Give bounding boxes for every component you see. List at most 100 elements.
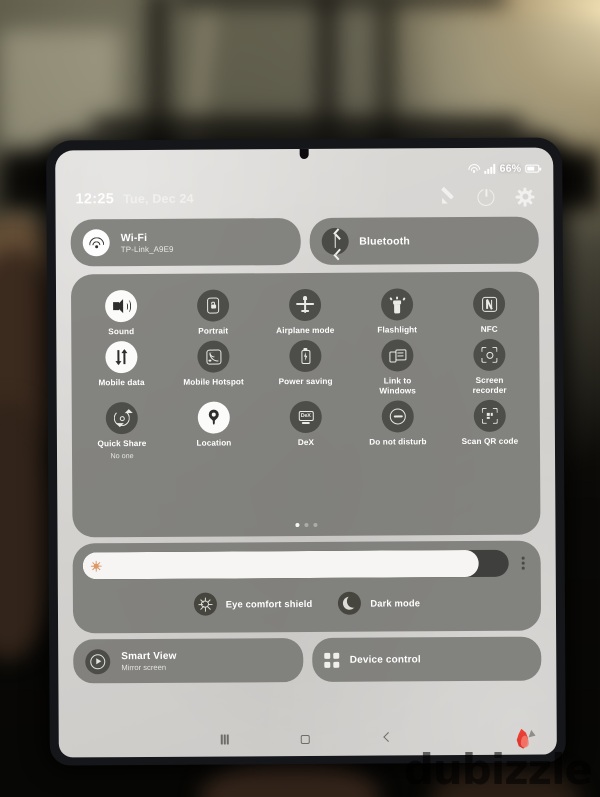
eye-comfort-shield-button[interactable]: Eye comfort shield xyxy=(193,592,313,616)
tile-row: Mobile data Mobile Hotspot Power saving xyxy=(75,335,535,399)
tile-flashlight[interactable]: Flashlight xyxy=(351,284,443,336)
flashlight-icon xyxy=(381,288,414,321)
screen-recorder-icon xyxy=(473,338,506,371)
eye-comfort-icon xyxy=(193,592,217,616)
tile-mobile-hotspot[interactable]: Mobile Hotspot xyxy=(167,336,259,398)
bottom-tiles-row: Smart View Mirror screen Device control xyxy=(73,636,542,684)
display-modes-row: Eye comfort shield Dark mode xyxy=(83,591,531,617)
link-to-windows-icon xyxy=(381,339,414,372)
tile-label: DeX xyxy=(297,437,315,448)
power-icon[interactable] xyxy=(477,188,495,206)
tile-sound[interactable]: Sound xyxy=(75,286,167,338)
wifi-tile-label: Wi-Fi xyxy=(120,231,148,244)
tablet-device: 66% 12:25 Tue, Dec 24 Wi-Fi TP-Link_A9E9… xyxy=(46,137,566,766)
page-dot[interactable] xyxy=(295,523,300,528)
smart-view-icon xyxy=(85,648,111,674)
speaker-icon xyxy=(105,290,138,323)
header-actions xyxy=(438,186,535,207)
page-dot[interactable] xyxy=(304,522,309,528)
battery-saver-icon xyxy=(289,339,322,373)
tile-label: Airplane mode xyxy=(276,325,335,336)
dark-mode-label: Dark mode xyxy=(370,597,421,609)
tile-airplane-mode[interactable]: Airplane mode xyxy=(259,285,351,337)
hotspot-icon xyxy=(197,340,230,373)
home-icon[interactable] xyxy=(300,734,310,744)
rotation-lock-icon xyxy=(197,289,230,322)
tile-label: Flashlight xyxy=(377,325,418,335)
tile-scan-qr-code[interactable]: Scan QR code xyxy=(444,396,536,459)
tile-quick-share[interactable]: Quick Share No one xyxy=(76,398,168,461)
device-control-grid-icon xyxy=(323,652,339,668)
pencil-icon[interactable] xyxy=(438,186,455,207)
wifi-network-name: TP-Link_A9E9 xyxy=(120,244,174,254)
location-pin-icon xyxy=(197,401,230,434)
battery-icon xyxy=(525,164,540,173)
smart-view-sublabel: Mirror screen xyxy=(121,662,167,672)
tile-screen-recorder[interactable]: Screen recorder xyxy=(443,335,535,397)
wifi-icon xyxy=(468,163,481,174)
connectivity-row: Wi-Fi TP-Link_A9E9 Bluetooth xyxy=(70,216,539,267)
tile-location[interactable]: Location xyxy=(168,397,260,460)
dark-mode-button[interactable]: Dark mode xyxy=(338,591,421,615)
brightness-fill xyxy=(82,549,479,580)
tile-nfc[interactable]: NFC xyxy=(443,284,535,336)
mobile-data-icon xyxy=(105,341,138,374)
brightness-slider[interactable] xyxy=(82,549,509,580)
tile-portrait[interactable]: Portrait xyxy=(167,285,259,337)
more-options-icon[interactable] xyxy=(516,550,531,577)
quick-share-icon xyxy=(105,402,138,435)
quick-settings-header: 12:25 Tue, Dec 24 xyxy=(75,184,535,213)
clock-time: 12:25 xyxy=(75,191,115,208)
qr-scan-icon xyxy=(473,399,506,432)
device-control-label: Device control xyxy=(349,653,421,666)
tile-label: Screen recorder xyxy=(472,375,507,395)
tile-label: Sound xyxy=(108,327,135,337)
wifi-tile[interactable]: Wi-Fi TP-Link_A9E9 xyxy=(70,218,301,267)
bluetooth-icon xyxy=(321,227,349,261)
tile-label: Mobile data xyxy=(98,377,145,388)
recents-icon[interactable] xyxy=(220,734,229,745)
smart-view-label: Smart View xyxy=(121,650,177,662)
smart-view-tile[interactable]: Smart View Mirror screen xyxy=(73,638,303,684)
bluetooth-tile[interactable]: Bluetooth xyxy=(309,216,539,265)
tile-row: Quick Share No one Location DeX DeX Do n… xyxy=(76,396,536,461)
moon-icon xyxy=(338,591,362,615)
tile-link-to-windows[interactable]: Link to Windows xyxy=(351,335,443,397)
tile-label: Location xyxy=(196,438,232,448)
quick-settings-tiles-panel: Sound Portrait Airplane mode Flashlight … xyxy=(70,271,541,538)
tile-mobile-data[interactable]: Mobile data xyxy=(75,337,167,399)
tile-sublabel: No one xyxy=(110,451,134,461)
nfc-icon xyxy=(473,287,506,320)
flame-logo xyxy=(513,727,537,751)
airplane-icon xyxy=(289,288,322,322)
brightness-panel: Eye comfort shield Dark mode xyxy=(72,540,542,634)
clock-area[interactable]: 12:25 Tue, Dec 24 xyxy=(75,191,194,208)
tile-label: Power saving xyxy=(278,376,333,387)
eye-comfort-label: Eye comfort shield xyxy=(225,597,313,610)
dex-icon: DeX xyxy=(289,400,322,434)
tile-label: Mobile Hotspot xyxy=(183,377,244,387)
do-not-disturb-icon xyxy=(381,400,414,433)
gear-icon[interactable] xyxy=(515,187,535,207)
back-icon[interactable] xyxy=(382,731,395,745)
status-bar: 66% xyxy=(69,160,540,181)
tile-dex[interactable]: DeX DeX xyxy=(260,397,352,460)
tile-label: Scan QR code xyxy=(461,436,519,447)
device-screen: 66% 12:25 Tue, Dec 24 Wi-Fi TP-Link_A9E9… xyxy=(55,147,557,758)
tile-label: Do not disturb xyxy=(369,437,427,447)
battery-percent: 66% xyxy=(499,162,522,175)
tile-row: Sound Portrait Airplane mode Flashlight … xyxy=(75,284,535,338)
tile-label: Quick Share xyxy=(97,438,147,449)
tile-label: Portrait xyxy=(198,326,229,336)
device-control-tile[interactable]: Device control xyxy=(311,636,542,682)
navigation-bar xyxy=(59,726,557,751)
tile-label: Link to Windows xyxy=(379,376,416,396)
camera-notch xyxy=(299,148,309,160)
signal-bars-icon xyxy=(484,163,496,174)
page-dot[interactable] xyxy=(313,522,318,527)
clock-date: Tue, Dec 24 xyxy=(123,191,194,207)
tile-power-saving[interactable]: Power saving xyxy=(259,336,351,398)
tile-do-not-disturb[interactable]: Do not disturb xyxy=(352,396,444,459)
brightness-row xyxy=(82,549,531,580)
brightness-sun-icon xyxy=(90,560,102,572)
